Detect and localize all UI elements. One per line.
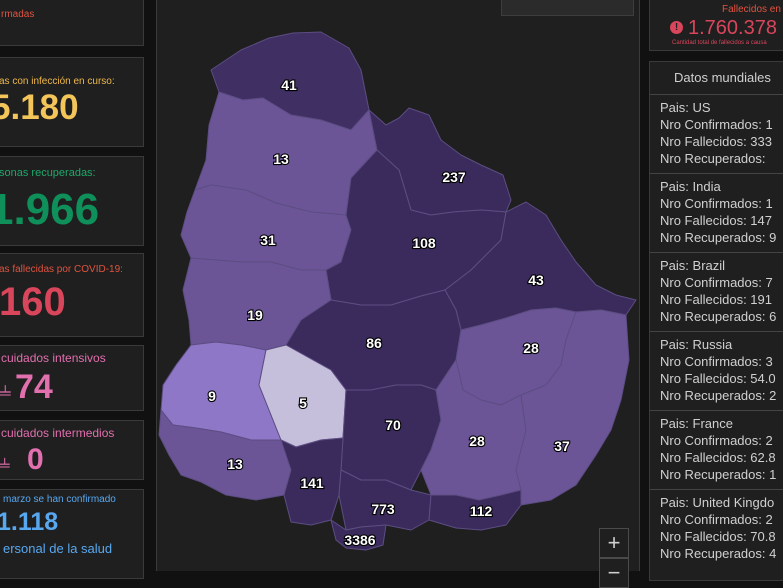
label-salto: 13 — [273, 151, 289, 167]
global-deaths-caption: Cantidad total de fallecidos a causa — [672, 40, 767, 46]
deceased-value: 160 — [0, 280, 66, 324]
country-deaths: Nro Fallecidos: 191 — [660, 292, 772, 307]
country-deaths: Nro Fallecidos: 147 — [660, 213, 772, 228]
deceased-card: as fallecidas por COVID-19: 160 — [0, 253, 144, 337]
country-name: France — [692, 416, 733, 431]
health-workers-sublabel: ersonal de la salud — [3, 541, 113, 556]
label-montevideo: 3386 — [344, 532, 375, 548]
recovered-card: sonas recuperadas: 1.966 — [0, 156, 144, 246]
country-item[interactable]: Pais: Brazil Nro Confirmados: 7 Nro Fall… — [650, 252, 783, 325]
country-name: United Kingdo — [692, 495, 775, 510]
label-tacuarembo: 108 — [412, 235, 436, 251]
country-name: Russia — [692, 337, 733, 352]
global-deaths-value: 1.760.378 — [688, 17, 777, 39]
country-name: Brazil — [692, 258, 726, 273]
label-lavalleja: 28 — [469, 433, 485, 449]
recovered-value: 1.966 — [0, 185, 100, 234]
zoom-out-button[interactable]: − — [599, 558, 629, 588]
active-cases-label: as con infección en curso: — [0, 76, 115, 87]
country-name: US — [692, 100, 711, 115]
world-data-title: Datos mundiales — [674, 70, 771, 85]
country-item[interactable]: Pais: US Nro Confirmados: 1 Nro Fallecid… — [650, 94, 783, 167]
country-name: India — [692, 179, 721, 194]
confirmed-card: rmadas — [0, 0, 144, 46]
intensive-care-label: cuidados intensivos — [1, 351, 106, 365]
intensive-care-value: 74 — [15, 368, 53, 406]
global-deaths-card: Fallecidos en ! 1.760.378 Cantidad total… — [649, 0, 783, 51]
label-durazno: 86 — [366, 335, 382, 351]
country-recovered: Nro Recuperados: 1 — [660, 467, 777, 482]
label-treinta-y-tres: 28 — [523, 340, 539, 356]
global-deaths-header: Fallecidos en — [722, 4, 781, 15]
intensive-care-card: cuidados intensivos ⫨ 74 — [0, 345, 144, 411]
country-recovered: Nro Recuperados: — [660, 151, 766, 166]
zoom-in-button[interactable]: + — [599, 528, 629, 558]
map-panel[interactable]: 41 13 237 31 108 19 43 86 9 5 28 70 28 3… — [156, 0, 640, 571]
country-recovered: Nro Recuperados: 4 — [660, 546, 777, 561]
health-workers-label: marzo se han confirmado — [3, 494, 116, 505]
label-rocha: 37 — [554, 438, 570, 454]
country-confirmed: Nro Confirmados: 1 — [660, 196, 773, 211]
country-confirmed: Nro Confirmados: 7 — [660, 275, 773, 290]
uruguay-map[interactable]: 41 13 237 31 108 19 43 86 9 5 28 70 28 3… — [157, 0, 640, 571]
label-colonia: 13 — [227, 456, 243, 472]
country-deaths: Nro Fallecidos: 70.8 — [660, 529, 776, 544]
active-cases-value: 5.180 — [0, 88, 79, 127]
country-item[interactable]: Pais: United Kingdo Nro Confirmados: 2 N… — [650, 489, 783, 562]
country-deaths: Nro Fallecidos: 54.0 — [660, 371, 776, 386]
health-workers-card: marzo se han confirmado 1.118 ersonal de… — [0, 489, 144, 579]
active-cases-card: as con infección en curso: 5.180 — [0, 57, 144, 147]
label-rio-negro: 19 — [247, 307, 263, 323]
intermediate-care-card: cuidados intermedios ⫨ 0 — [0, 420, 144, 480]
national-stats-column: rmadas as con infección en curso: 5.180 … — [0, 0, 148, 579]
intermediate-care-label: cuidados intermedios — [1, 426, 115, 440]
country-confirmed: Nro Confirmados: 2 — [660, 512, 773, 527]
country-recovered: Nro Recuperados: 2 — [660, 388, 777, 403]
bed-icon: ⫨ — [0, 451, 11, 473]
label-paysandu: 31 — [260, 232, 276, 248]
label-canelones: 773 — [371, 501, 395, 517]
label-rivera: 237 — [442, 169, 466, 185]
confirmed-label: rmadas — [1, 9, 35, 20]
label-artigas: 41 — [281, 77, 297, 93]
country-deaths: Nro Fallecidos: 333 — [660, 134, 772, 149]
country-recovered: Nro Recuperados: 9 — [660, 230, 777, 245]
country-confirmed: Nro Confirmados: 1 — [660, 117, 773, 132]
label-flores: 5 — [299, 395, 307, 411]
country-item[interactable]: Pais: France Nro Confirmados: 2 Nro Fall… — [650, 410, 783, 483]
world-data-panel[interactable]: Datos mundiales Pais: US Nro Confirmados… — [649, 61, 783, 581]
label-cerro-largo: 43 — [528, 272, 544, 288]
label-florida: 70 — [385, 417, 401, 433]
country-deaths: Nro Fallecidos: 62.8 — [660, 450, 776, 465]
label-soriano: 9 — [208, 388, 216, 404]
bed-icon: ⫨ — [0, 376, 12, 401]
info-icon: ! — [670, 21, 683, 34]
health-workers-value: 1.118 — [0, 508, 59, 536]
country-recovered: Nro Recuperados: 6 — [660, 309, 777, 324]
intermediate-care-value: 0 — [27, 443, 44, 476]
deceased-label: as fallecidas por COVID-19: — [0, 264, 123, 275]
country-confirmed: Nro Confirmados: 2 — [660, 433, 773, 448]
recovered-label: sonas recuperadas: — [0, 167, 96, 179]
country-item[interactable]: Pais: Russia Nro Confirmados: 3 Nro Fall… — [650, 331, 783, 404]
country-item[interactable]: Pais: India Nro Confirmados: 1 Nro Falle… — [650, 173, 783, 246]
country-confirmed: Nro Confirmados: 3 — [660, 354, 773, 369]
label-san-jose: 141 — [300, 475, 324, 491]
label-maldonado: 112 — [470, 503, 493, 519]
